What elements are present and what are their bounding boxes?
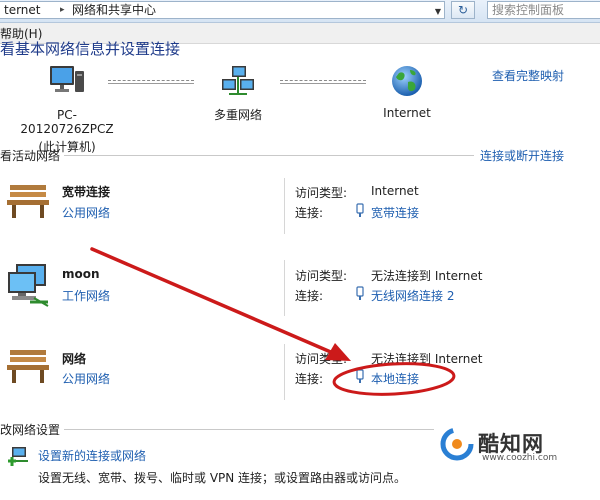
map-connector-1 [108, 80, 194, 81]
access-type-label: 访问类型: [295, 269, 348, 283]
connection-plug-icon [356, 369, 364, 383]
computer-name: PC-20120726ZPCZ [20, 108, 114, 136]
access-type-label: 访问类型: [295, 186, 348, 200]
connection-label: 连接: [295, 289, 324, 303]
column-divider [284, 178, 285, 234]
access-type-label: 访问类型: [295, 352, 348, 366]
section-divider [64, 429, 434, 430]
park-bench-icon [7, 185, 49, 218]
network-name: moon [62, 267, 100, 281]
new-connection-icon [8, 447, 28, 466]
view-full-map-link[interactable]: 查看完整映射 [492, 67, 564, 84]
connection-plug-icon [356, 203, 364, 217]
breadcrumb-item-network-center[interactable]: 网络和共享中心 [72, 2, 156, 19]
active-networks-title: 看活动网络 [0, 149, 61, 163]
connection-label: 连接: [295, 372, 324, 386]
column-divider [284, 260, 285, 316]
setup-new-connection-link[interactable]: 设置新的连接或网络 [38, 447, 146, 464]
map-connector-1b [108, 83, 194, 84]
connection-plug-icon [356, 286, 364, 300]
park-bench-icon [7, 350, 49, 383]
access-type-value: Internet [371, 184, 419, 198]
network-type-link[interactable]: 公用网络 [62, 204, 110, 221]
map-node-internet[interactable]: Internet [376, 64, 438, 120]
access-type-value: 无法连接到 Internet [371, 352, 483, 366]
watermark: 酷知网 www.coozhi.com [440, 425, 600, 470]
connection-link[interactable]: 无线网络连接 2 [371, 287, 454, 304]
chevron-down-icon[interactable]: ▼ [431, 3, 445, 21]
page-title: 看基本网络信息并设置连接 [0, 40, 181, 58]
address-bar: ternet ▸ 网络和共享中心 ▼ ↻ [0, 0, 600, 23]
connection-label: 连接: [295, 206, 324, 220]
multiple-networks-icon [222, 66, 254, 95]
refresh-button[interactable]: ↻ [451, 1, 475, 19]
connect-disconnect-link[interactable]: 连接或断开连接 [480, 147, 564, 164]
column-divider [284, 344, 285, 400]
coozhi-logo-icon [440, 427, 474, 461]
map-connector-2b [280, 83, 366, 84]
connection-link[interactable]: 宽带连接 [371, 204, 419, 221]
breadcrumb-item-internet[interactable]: ternet [4, 2, 41, 19]
globe-icon [392, 66, 422, 96]
breadcrumb-separator-icon[interactable]: ▸ [60, 2, 65, 19]
search-box[interactable] [487, 1, 600, 19]
search-input[interactable] [488, 2, 582, 18]
map-node-multiple-networks[interactable]: 多重网络 [198, 64, 278, 123]
network-name: 宽带连接 [62, 185, 111, 199]
multiple-networks-label: 多重网络 [213, 108, 262, 122]
local-connection-link[interactable]: 本地连接 [371, 370, 419, 387]
network-name: 网络 [62, 352, 87, 366]
internet-label: Internet [383, 106, 431, 120]
change-settings-title: 改网络设置 [0, 423, 61, 437]
breadcrumb[interactable]: ternet ▸ 网络和共享中心 ▼ [0, 1, 445, 19]
setup-description: 设置无线、宽带、拨号、临时或 VPN 连接；或设置路由器或访问点。 [38, 471, 407, 485]
map-connector-2 [280, 80, 366, 81]
network-type-link[interactable]: 工作网络 [62, 287, 110, 304]
work-computers-icon [8, 264, 49, 307]
network-type-link[interactable]: 公用网络 [62, 370, 110, 387]
map-node-computer[interactable]: PC-20120726ZPCZ (此计算机) [12, 64, 122, 155]
access-type-value: 无法连接到 Internet [371, 269, 483, 283]
watermark-url: www.coozhi.com [482, 453, 558, 463]
computer-icon [50, 66, 84, 92]
section-divider [64, 155, 474, 156]
